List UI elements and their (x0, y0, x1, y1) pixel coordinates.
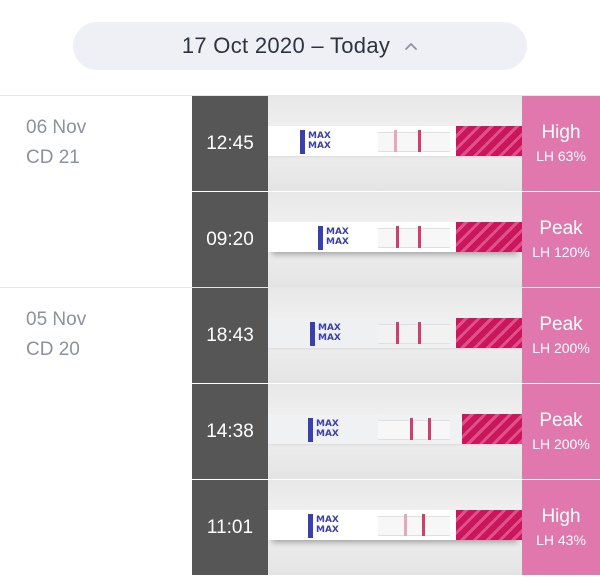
test-time: 12:45 (192, 96, 268, 191)
chevron-up-icon (405, 43, 418, 50)
lh-level: Peak (539, 409, 583, 431)
test-line (396, 226, 399, 248)
max-marker: MAX MAX (300, 128, 340, 154)
max-marker: MAX MAX (308, 512, 348, 538)
control-line (422, 514, 425, 536)
test-line (404, 514, 407, 536)
strip-handle (456, 318, 522, 348)
lh-percent: LH 63% (536, 147, 586, 164)
strip-max-label: MAX (326, 227, 349, 237)
test-row[interactable]: 12:45 MAX MAX High LH 63% (192, 96, 600, 191)
test-time: 09:20 (192, 192, 268, 287)
strip-max-label: MAX (316, 419, 339, 429)
strip-max-label: MAX (316, 515, 339, 525)
test-time: 14:38 (192, 384, 268, 479)
strip-max-label: MAX (326, 237, 349, 247)
lh-percent: LH 200% (532, 435, 590, 452)
test-strip-photo: MAX MAX (268, 288, 522, 383)
lh-result: Peak LH 200% (522, 384, 600, 479)
lh-result: High LH 43% (522, 480, 600, 575)
strip-handle (456, 510, 522, 540)
strip-max-label: MAX (316, 525, 339, 535)
lh-level: High (541, 505, 581, 527)
lh-result: Peak LH 200% (522, 288, 600, 383)
lh-result: Peak LH 120% (522, 192, 600, 287)
lh-percent: LH 200% (532, 339, 590, 356)
control-line (428, 418, 431, 440)
date-range-label: 17 Oct 2020 – Today (181, 33, 391, 58)
control-line (418, 130, 421, 152)
test-line (394, 130, 397, 152)
lh-level: Peak (539, 217, 583, 239)
test-strip-photo: MAX MAX (268, 192, 522, 287)
strip-max-label: MAX (316, 429, 339, 439)
day-cycle-day: CD 20 (26, 339, 80, 360)
control-line (418, 226, 421, 248)
test-line (396, 322, 399, 344)
test-strip-photo: MAX MAX (268, 96, 522, 191)
test-row[interactable]: 14:38 MAX MAX Peak LH 200% (192, 384, 600, 479)
test-time: 18:43 (192, 288, 268, 383)
day-cycle-day: CD 21 (26, 147, 80, 168)
lh-level: High (541, 121, 581, 143)
max-marker: MAX MAX (318, 224, 358, 250)
test-strip-photo: MAX MAX (268, 384, 522, 479)
strip-max-label: MAX (318, 333, 341, 343)
day-date: 06 Nov (26, 117, 87, 138)
test-row[interactable]: 18:43 MAX MAX Peak LH 200% (192, 288, 600, 383)
max-marker: MAX MAX (310, 320, 350, 346)
strip-max-label: MAX (308, 141, 331, 151)
day-date: 05 Nov (26, 309, 87, 330)
strip-handle (456, 126, 522, 156)
strip-max-label: MAX (318, 323, 341, 333)
test-line (410, 418, 413, 440)
date-range-selector[interactable]: 17 Oct 2020 – Today (73, 22, 527, 70)
test-row[interactable]: 11:01 MAX MAX High LH 43% (192, 480, 600, 575)
test-row[interactable]: 09:20 MAX MAX Peak LH 120% (192, 192, 600, 287)
lh-percent: LH 43% (536, 531, 586, 548)
control-line (418, 322, 421, 344)
max-marker: MAX MAX (308, 416, 348, 442)
test-time: 11:01 (192, 480, 268, 575)
strip-handle (456, 222, 522, 252)
lh-level: Peak (539, 313, 583, 335)
strip-max-label: MAX (308, 131, 331, 141)
lh-percent: LH 120% (532, 243, 590, 260)
test-strip-photo: MAX MAX (268, 480, 522, 575)
lh-result: High LH 63% (522, 96, 600, 191)
strip-handle (462, 414, 522, 444)
